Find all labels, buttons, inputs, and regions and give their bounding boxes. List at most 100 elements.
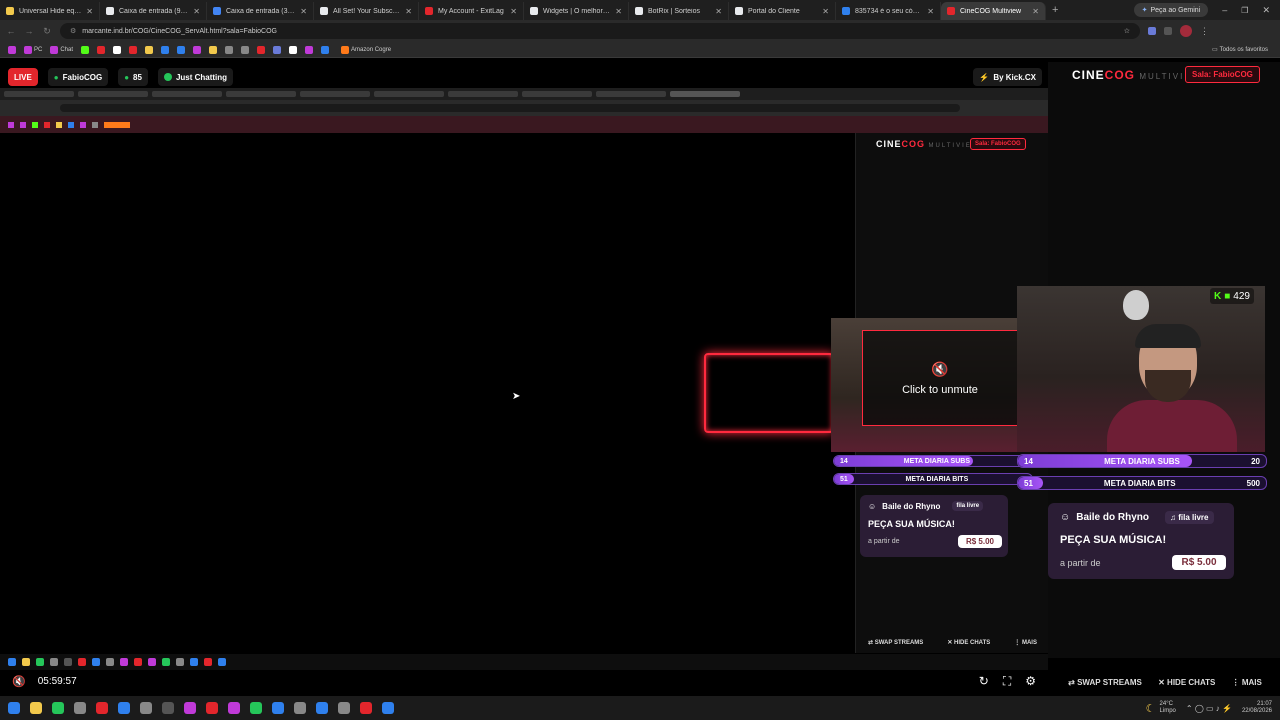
fila-badge: ♫ fila livre <box>1165 511 1214 524</box>
browser-tab[interactable]: My Account - ExitLag ✕ <box>419 2 524 20</box>
inner-hide-button[interactable]: ✕ HIDE CHATS <box>947 639 990 646</box>
bookmark-item[interactable] <box>303 45 315 55</box>
bookmark-amazon-cogre[interactable]: Amazon Cogre <box>339 45 393 55</box>
bookmark-chat[interactable]: Chat <box>48 45 75 55</box>
all-bookmarks[interactable]: ▭ Todos os favoritos <box>1210 45 1270 55</box>
tab-label: Caixa de entrada (917) - Ex <box>119 7 189 15</box>
browser-tab[interactable]: 835734 é o seu código de ✕ <box>836 2 941 20</box>
bookmark-item[interactable] <box>207 45 219 55</box>
bookmark-item[interactable] <box>95 45 107 55</box>
music-cta: PEÇA SUA MÚSICA! <box>1060 534 1167 546</box>
browser-tab[interactable]: Widgets | O melhor softw ✕ <box>524 2 629 20</box>
extension-icon[interactable] <box>1148 27 1156 35</box>
bookmark-item[interactable] <box>111 45 123 55</box>
rhyno-icon: ☺ <box>868 501 877 511</box>
browser-tab[interactable]: CineCOG Multiview ✕ <box>941 2 1046 20</box>
browser-tab[interactable]: Caixa de entrada (917) - Ex ✕ <box>100 2 207 20</box>
kick-follower-badge: K ■ 429 <box>1210 288 1254 304</box>
gemini-button[interactable]: ✦ Peça ao Gemini <box>1133 3 1209 17</box>
bookmark-item[interactable] <box>255 45 267 55</box>
bookmark-star-icon[interactable]: ☆ <box>1124 27 1130 35</box>
app-icon[interactable] <box>74 702 86 714</box>
menu-icon[interactable]: ⋮ <box>1200 26 1209 37</box>
app-icon[interactable] <box>162 702 174 714</box>
inner-swap-button[interactable]: ⇄ SWAP STREAMS <box>868 639 923 646</box>
mute-toggle-icon[interactable]: 🔇 <box>12 675 26 688</box>
close-tab-icon[interactable]: ✕ <box>300 7 307 16</box>
app-icon[interactable] <box>250 702 262 714</box>
bookmark-item[interactable] <box>175 45 187 55</box>
fullscreen-icon[interactable]: ⛶ <box>1003 674 1011 689</box>
close-tab-icon[interactable]: ✕ <box>927 7 934 16</box>
close-tab-icon[interactable]: ✕ <box>1032 7 1039 16</box>
bookmark-item[interactable] <box>319 45 331 55</box>
inner-more-button[interactable]: ⋮ MAIS <box>1014 639 1037 646</box>
extensions-icon[interactable] <box>1164 27 1172 35</box>
chat-icon <box>163 73 172 81</box>
start-icon[interactable] <box>8 702 20 714</box>
system-clock[interactable]: 21:07 22/08/2026 <box>1242 701 1272 715</box>
viewer-count: ● 85 <box>118 68 148 86</box>
close-tab-icon[interactable]: ✕ <box>86 7 93 16</box>
app-icon[interactable] <box>338 702 350 714</box>
browser-tab[interactable]: Universal Hide equipped S ✕ <box>0 2 100 20</box>
close-tab-icon[interactable]: ✕ <box>822 7 829 16</box>
close-tab-icon[interactable]: ✕ <box>715 7 722 16</box>
app-icon[interactable] <box>184 702 196 714</box>
close-tab-icon[interactable]: ✕ <box>510 7 517 16</box>
app-icon[interactable] <box>382 702 394 714</box>
bookmark-item[interactable] <box>143 45 155 55</box>
close-tab-icon[interactable]: ✕ <box>193 7 200 16</box>
cinecog-logo: CINECOG MULTIVIEW <box>1072 68 1202 82</box>
bookmark-item[interactable] <box>127 45 139 55</box>
refresh-icon[interactable]: ↻ <box>979 674 989 688</box>
bookmark-item[interactable] <box>79 45 91 55</box>
edge-icon[interactable] <box>118 702 130 714</box>
steam-icon[interactable] <box>140 702 152 714</box>
tray-icons[interactable]: ⌃ ◯ ▭ ♪ ⚡ <box>1186 704 1232 713</box>
bookmark-item[interactable] <box>6 45 18 55</box>
close-tab-icon[interactable]: ✕ <box>615 7 622 16</box>
close-tab-icon[interactable]: ✕ <box>405 7 412 16</box>
new-tab-button[interactable]: + <box>1052 4 1058 16</box>
click-to-unmute-button[interactable]: 🔇 Click to unmute <box>862 330 1018 426</box>
app-icon[interactable] <box>316 702 328 714</box>
site-info-icon[interactable]: ⚙ <box>70 27 76 35</box>
chrome-icon[interactable] <box>96 702 108 714</box>
hide-chats-button[interactable]: ✕ HIDE CHATS <box>1158 678 1215 687</box>
settings-gear-icon[interactable]: ⚙ <box>1025 674 1036 688</box>
tab-favicon-icon <box>635 7 643 15</box>
bookmark-pc[interactable]: PC <box>22 45 44 55</box>
browser-tab[interactable]: All Set! Your Subscription I ✕ <box>314 2 419 20</box>
browser-tab[interactable]: BotRix | Sorteios ✕ <box>629 2 729 20</box>
reload-icon[interactable]: ↻ <box>42 26 52 36</box>
app-icon[interactable] <box>272 702 284 714</box>
browser-tab[interactable]: Caixa de entrada (38) - E-m ✕ <box>207 2 314 20</box>
xbox-icon[interactable] <box>52 702 64 714</box>
bookmark-item[interactable] <box>191 45 203 55</box>
by-kick-label[interactable]: ⚡ By Kick.CX <box>973 68 1042 86</box>
maximize-icon[interactable]: ❐ <box>1241 6 1248 15</box>
minimize-icon[interactable]: – <box>1222 5 1227 15</box>
swap-streams-button[interactable]: ⇄ SWAP STREAMS <box>1068 678 1142 687</box>
weather-widget[interactable]: ☾ 24°C Limpo <box>1146 701 1176 715</box>
bookmark-item[interactable] <box>239 45 251 55</box>
app-icon[interactable] <box>228 702 240 714</box>
bookmark-item[interactable] <box>159 45 171 55</box>
bookmark-item[interactable] <box>223 45 235 55</box>
bookmark-item[interactable] <box>271 45 283 55</box>
app-icon[interactable] <box>206 702 218 714</box>
app-icon[interactable] <box>360 702 372 714</box>
more-button[interactable]: ⋮ MAIS <box>1232 678 1262 687</box>
forward-icon[interactable]: → <box>24 26 34 36</box>
browser-tab[interactable]: Portal do Cliente ✕ <box>729 2 836 20</box>
channel-name[interactable]: ● FabioCOG <box>47 68 109 86</box>
close-window-icon[interactable]: ✕ <box>1262 5 1270 16</box>
profile-avatar[interactable] <box>1180 25 1192 37</box>
url-field[interactable]: ⚙ marcante.ind.br/COG/CineCOG_ServAlt.ht… <box>60 23 1140 39</box>
app-icon[interactable] <box>294 702 306 714</box>
bookmark-item[interactable] <box>287 45 299 55</box>
back-icon[interactable]: ← <box>6 26 16 36</box>
file-explorer-icon[interactable] <box>30 702 42 714</box>
category-badge[interactable]: Just Chatting <box>157 68 234 86</box>
